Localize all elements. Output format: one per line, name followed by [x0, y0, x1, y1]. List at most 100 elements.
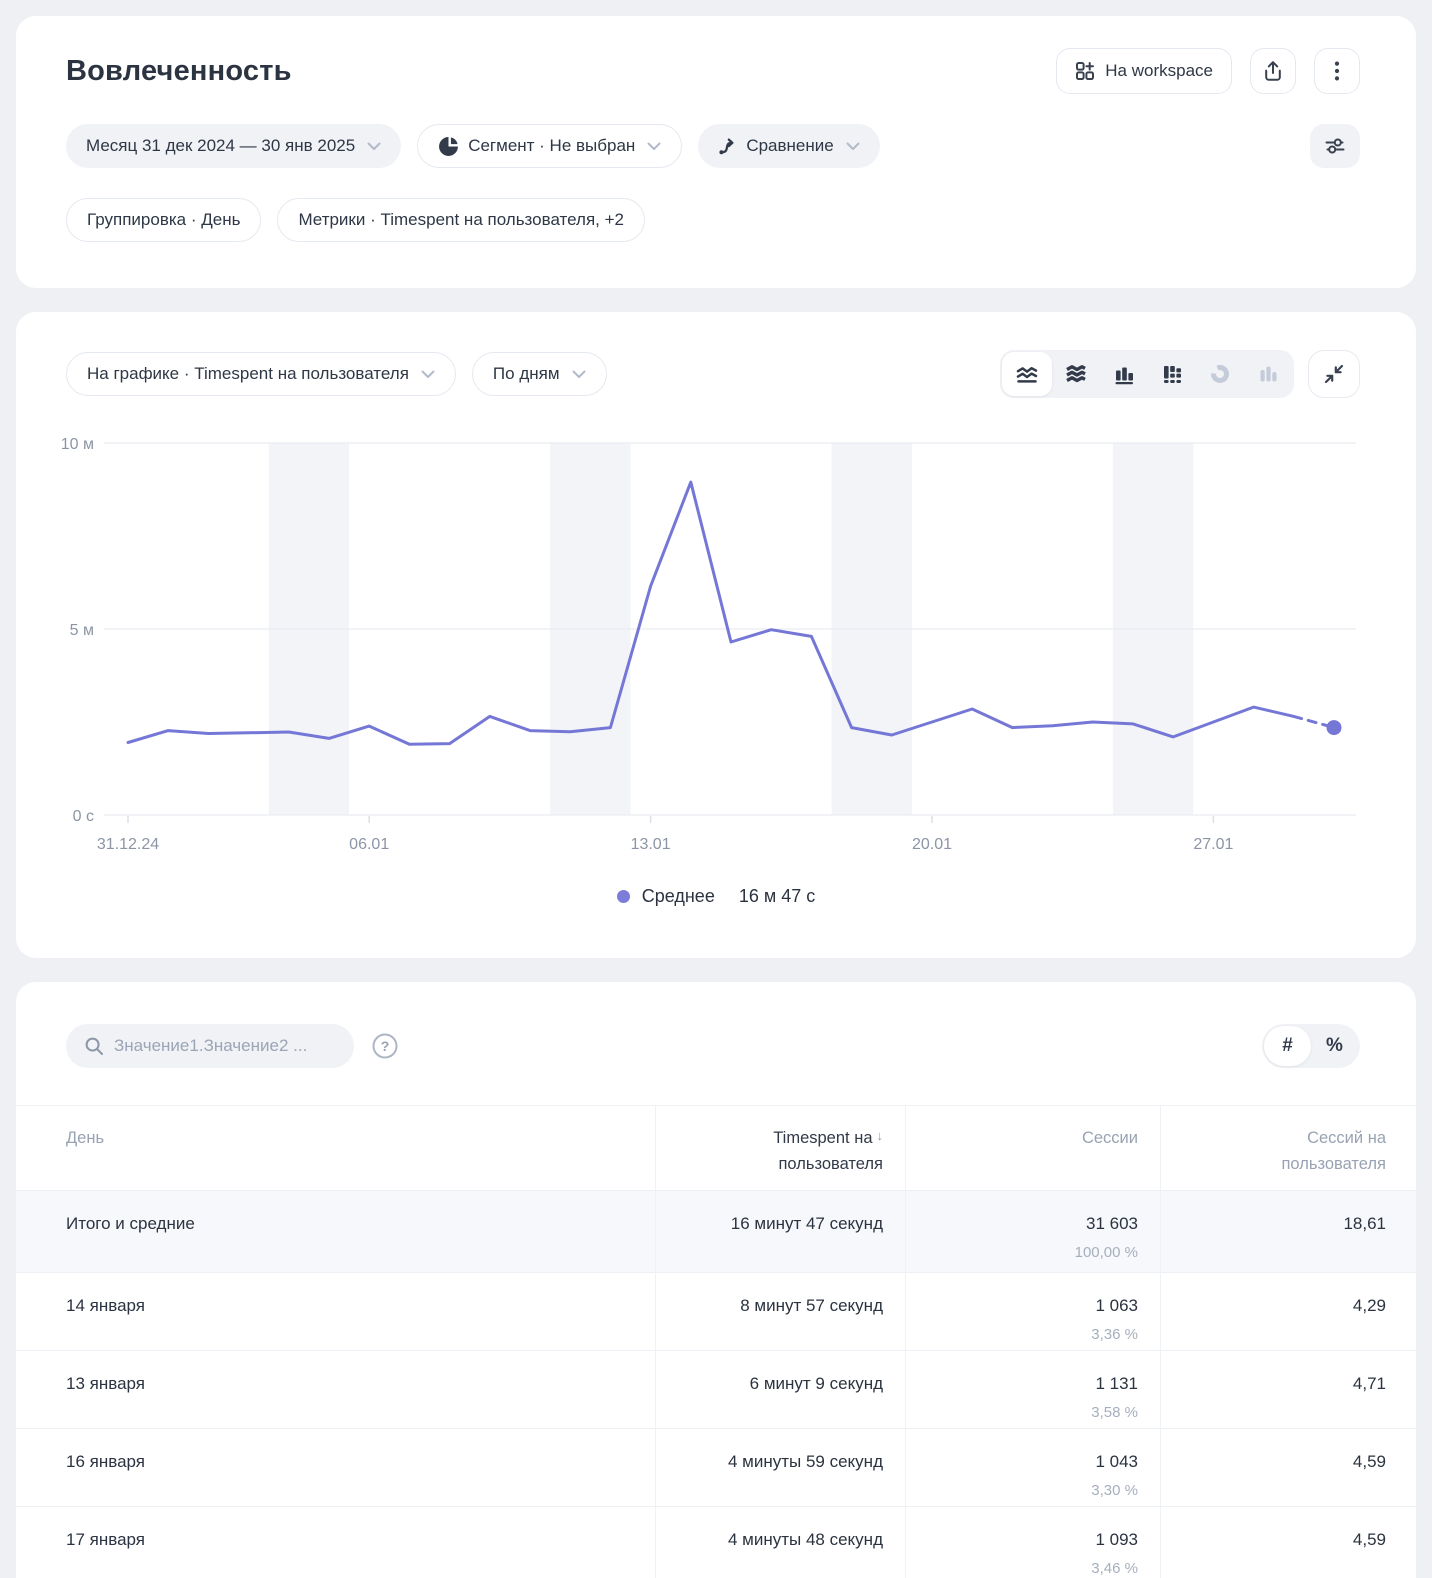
cell-sessions-per-user: 18,61	[1160, 1191, 1416, 1272]
chart-metric-label: На графике · Timespent на пользователя	[87, 364, 409, 384]
cell-sessions: 1 0633,36 %	[905, 1273, 1160, 1350]
compare-icon	[718, 137, 737, 156]
x-axis-label: 20.01	[912, 836, 952, 853]
report-table: ДеньTimespent на↓пользователяСессииСесси…	[16, 1105, 1416, 1578]
workspace-button-label: На workspace	[1105, 61, 1213, 81]
cell-timespent: 4 минуты 59 секунд	[655, 1429, 905, 1506]
segment-pie-icon	[438, 136, 459, 157]
workspace-grid-plus-icon	[1075, 61, 1095, 81]
table-row[interactable]: 13 января 6 минут 9 секунд 1 1313,58 % 4…	[16, 1350, 1416, 1428]
more-menu-button[interactable]	[1314, 48, 1360, 94]
table-card: ? # % ДеньTimespent на↓пользователяСесси…	[16, 982, 1416, 1578]
collapse-chart-button[interactable]	[1308, 350, 1360, 398]
y-axis-label: 10 м	[61, 436, 94, 453]
cell-day: 16 января	[16, 1429, 655, 1506]
x-axis-label: 13.01	[631, 836, 671, 853]
chart-legend[interactable]: Среднее 16 м 47 с	[16, 886, 1416, 907]
search-help-button[interactable]: ?	[371, 1032, 399, 1060]
cell-day: 13 января	[16, 1351, 655, 1428]
table-row[interactable]: Итого и средние 16 минут 47 секунд 31 60…	[16, 1190, 1416, 1272]
metrics-label: Метрики · Timespent на пользователя, +2	[298, 210, 624, 230]
filters-row-2: Группировка · День Метрики · Timespent н…	[66, 198, 1360, 242]
table-row[interactable]: 16 января 4 минуты 59 секунд 1 0433,30 %…	[16, 1428, 1416, 1506]
table-header-row: ДеньTimespent на↓пользователяСессииСесси…	[16, 1105, 1416, 1190]
donut-chart-icon	[1209, 363, 1231, 385]
collapse-icon	[1323, 363, 1345, 385]
chevron-down-icon	[846, 142, 860, 151]
kebab-menu-icon	[1334, 61, 1340, 81]
cell-sessions-per-user: 4,71	[1160, 1351, 1416, 1428]
segment-chip[interactable]: Сегмент · Не выбран	[417, 124, 682, 168]
header-card: Вовлеченность На workspace	[16, 16, 1416, 288]
number-percent-toggle: # %	[1262, 1024, 1360, 1068]
bar-chart-icon	[1113, 363, 1135, 385]
legend-dot-icon	[617, 890, 630, 903]
chart-type-stacked-bar-button[interactable]	[1148, 350, 1196, 398]
workspace-button[interactable]: На workspace	[1056, 48, 1232, 94]
table-toolbar: ? # %	[16, 982, 1416, 1068]
table-row[interactable]: 17 января 4 минуты 48 секунд 1 0933,46 %…	[16, 1506, 1416, 1578]
cell-timespent: 6 минут 9 секунд	[655, 1351, 905, 1428]
chart-type-bar-button[interactable]	[1100, 350, 1148, 398]
comparison-chip[interactable]: Сравнение	[698, 124, 879, 168]
line-chart[interactable]: 0 с5 м10 м31.12.2406.0113.0120.0127.01	[16, 420, 1416, 880]
table-search[interactable]	[66, 1024, 354, 1068]
chart-type-line-button[interactable]	[1002, 352, 1052, 396]
chart-type-toggle-group	[1000, 350, 1294, 398]
header-actions: На workspace	[1056, 48, 1360, 94]
chart-type-histogram-button[interactable]	[1244, 350, 1292, 398]
date-range-label: Месяц 31 дек 2024 — 30 янв 2025	[86, 136, 355, 156]
toggle-number-option[interactable]: #	[1264, 1026, 1311, 1066]
cell-timespent: 16 минут 47 секунд	[655, 1191, 905, 1272]
chevron-down-icon	[367, 142, 381, 151]
granularity-dropdown[interactable]: По дням	[472, 352, 607, 396]
y-axis-label: 5 м	[70, 622, 94, 639]
cell-sessions: 1 0433,30 %	[905, 1429, 1160, 1506]
stacked-bar-chart-icon	[1161, 363, 1183, 385]
chevron-down-icon	[647, 142, 661, 151]
chart-metric-dropdown[interactable]: На графике · Timespent на пользователя	[66, 352, 456, 396]
legend-value: 16 м 47 с	[739, 886, 815, 907]
sort-desc-icon: ↓	[877, 1128, 884, 1143]
histogram-chart-icon	[1257, 363, 1279, 385]
cell-sessions: 1 1313,58 %	[905, 1351, 1160, 1428]
chevron-down-icon	[572, 370, 586, 379]
cell-sessions: 31 603100,00 %	[905, 1191, 1160, 1272]
filters-row-1: Месяц 31 дек 2024 — 30 янв 2025 Сегмент …	[66, 124, 1360, 168]
chart-type-donut-button[interactable]	[1196, 350, 1244, 398]
x-axis-label: 06.01	[349, 836, 389, 853]
y-axis-label: 0 с	[73, 808, 94, 825]
cell-sessions-per-user: 4,29	[1160, 1273, 1416, 1350]
help-icon: ?	[371, 1032, 399, 1060]
toggle-percent-option[interactable]: %	[1311, 1024, 1358, 1068]
comparison-label: Сравнение	[746, 136, 833, 156]
chart-type-stacked-area-button[interactable]	[1052, 350, 1100, 398]
page-title: Вовлеченность	[66, 55, 292, 88]
cell-day: Итого и средние	[16, 1191, 655, 1272]
header-top-row: Вовлеченность На workspace	[66, 48, 1360, 94]
search-input[interactable]	[114, 1036, 336, 1056]
cell-sessions-per-user: 4,59	[1160, 1429, 1416, 1506]
cell-timespent: 4 минуты 48 секунд	[655, 1507, 905, 1578]
cell-timespent: 8 минут 57 секунд	[655, 1273, 905, 1350]
last-point-marker	[1327, 720, 1342, 735]
column-header[interactable]: День	[16, 1106, 655, 1190]
svg-text:?: ?	[381, 1038, 390, 1054]
date-range-chip[interactable]: Месяц 31 дек 2024 — 30 янв 2025	[66, 124, 401, 168]
cell-sessions: 1 0933,46 %	[905, 1507, 1160, 1578]
column-header[interactable]: Сессий напользователя	[1160, 1106, 1416, 1190]
column-header[interactable]: Timespent на↓пользователя	[655, 1106, 905, 1190]
cell-sessions-per-user: 4,59	[1160, 1507, 1416, 1578]
segment-label: Сегмент · Не выбран	[468, 136, 635, 156]
metrics-chip[interactable]: Метрики · Timespent на пользователя, +2	[277, 198, 645, 242]
grouping-label: Группировка · День	[87, 210, 240, 230]
cell-day: 17 января	[16, 1507, 655, 1578]
grouping-chip[interactable]: Группировка · День	[66, 198, 261, 242]
report-settings-button[interactable]	[1310, 124, 1360, 168]
share-button[interactable]	[1250, 48, 1296, 94]
stacked-area-chart-icon	[1065, 363, 1087, 385]
chart-controls-row: На графике · Timespent на пользователя П…	[16, 350, 1416, 398]
table-row[interactable]: 14 января 8 минут 57 секунд 1 0633,36 % …	[16, 1272, 1416, 1350]
column-header[interactable]: Сессии	[905, 1106, 1160, 1190]
x-axis-label: 31.12.24	[97, 836, 159, 853]
